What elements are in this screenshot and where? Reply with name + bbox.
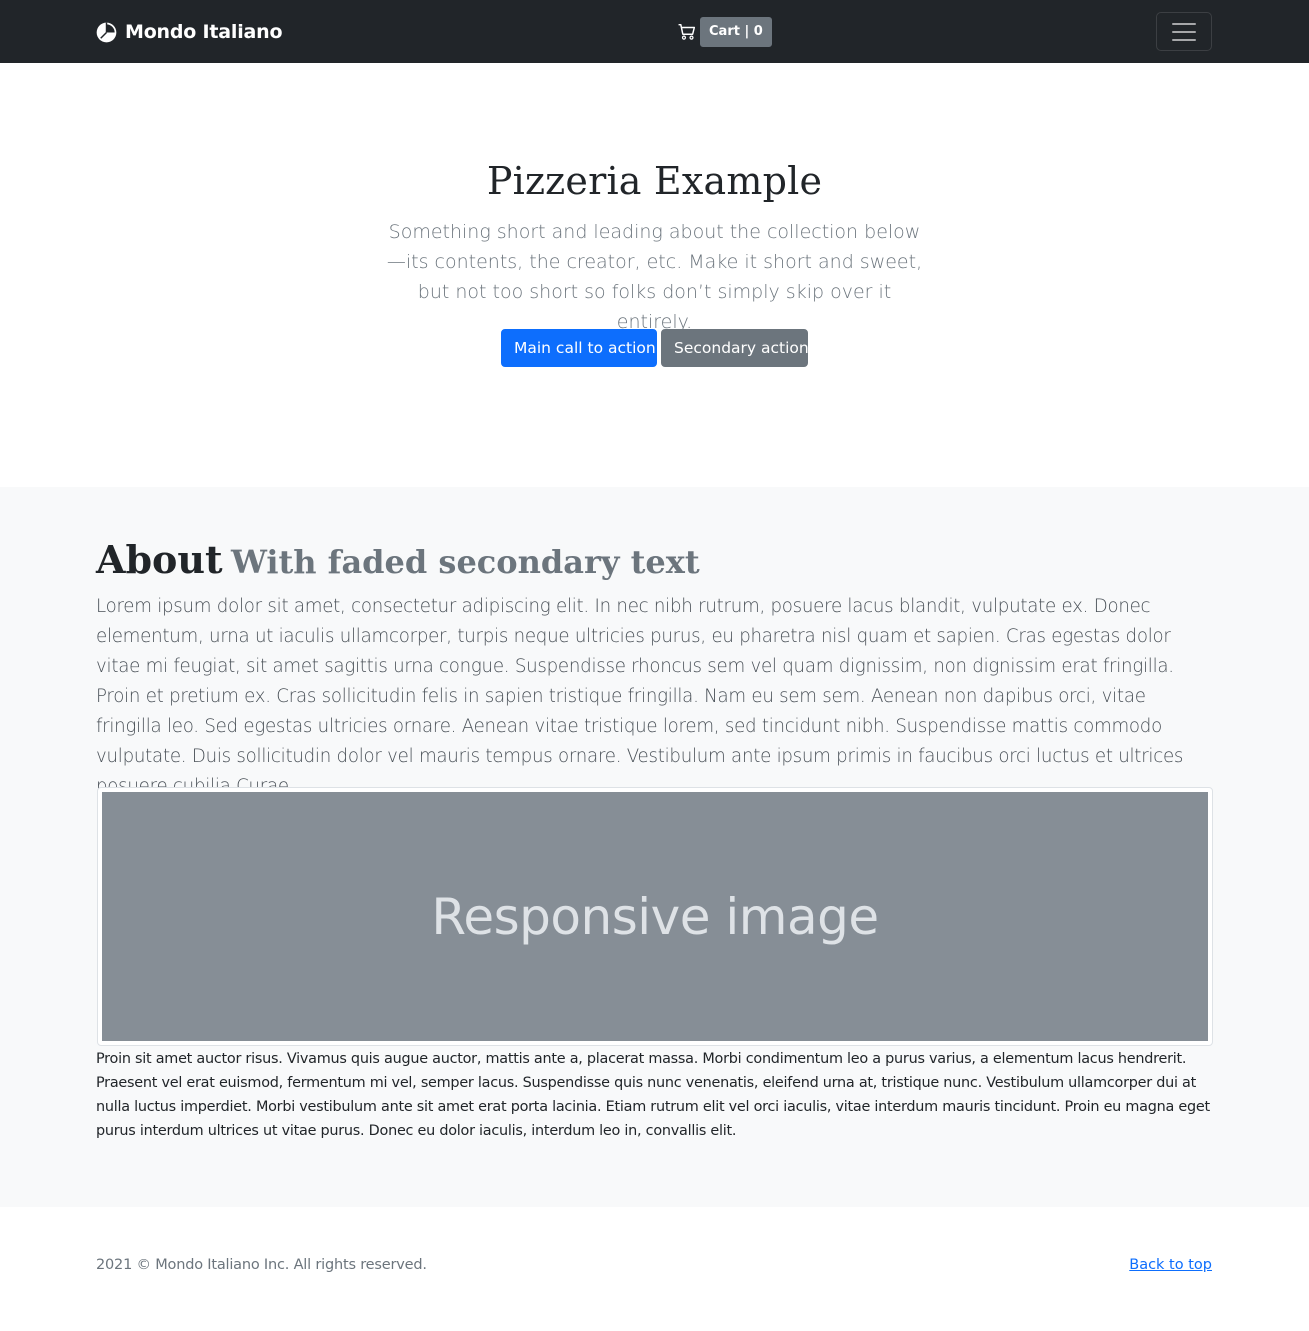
about-heading-main: About (96, 537, 223, 582)
brand-link[interactable]: Mondo Italiano (96, 20, 283, 44)
responsive-image-placeholder: Responsive image (102, 792, 1208, 1041)
about-section: About With faded secondary text Lorem ip… (0, 487, 1309, 1207)
cart: Cart | 0 (678, 17, 772, 47)
hero-title: Pizzeria Example (486, 159, 823, 203)
about-heading-muted: With faded secondary text (230, 543, 700, 581)
hero-section: Pizzeria Example Something short and lea… (0, 63, 1309, 487)
navbar-toggler-button[interactable] (1156, 12, 1212, 51)
hero-lead: Something short and leading about the co… (386, 221, 923, 333)
responsive-image-thumbnail: Responsive image (97, 787, 1213, 1046)
back-to-top-link[interactable]: Back to top (1129, 1257, 1212, 1273)
secondary-action-button[interactable]: Secondary action (661, 329, 809, 367)
about-lead: Lorem ipsum dolor sit amet, consectetur … (96, 596, 1184, 797)
about-body-text: Proin sit amet auctor risus. Vivamus qui… (96, 1051, 1210, 1139)
hamburger-menu-icon (1172, 22, 1196, 41)
responsive-image-label: Responsive image (431, 887, 879, 946)
brand-name: Mondo Italiano (125, 21, 283, 43)
copyright-text: 2021 © Mondo Italiano Inc. All rights re… (96, 1257, 427, 1273)
footer: 2021 © Mondo Italiano Inc. All rights re… (0, 1207, 1309, 1331)
hero-buttons: Main call to action Secondary action (501, 329, 809, 367)
about-heading: About With faded secondary text (96, 537, 700, 582)
main-cta-button[interactable]: Main call to action (501, 329, 657, 367)
cart-button[interactable]: Cart | 0 (700, 17, 772, 47)
navbar: Mondo Italiano Cart | 0 (0, 0, 1309, 63)
cart-icon (678, 23, 696, 41)
pie-chart-icon (96, 22, 117, 43)
